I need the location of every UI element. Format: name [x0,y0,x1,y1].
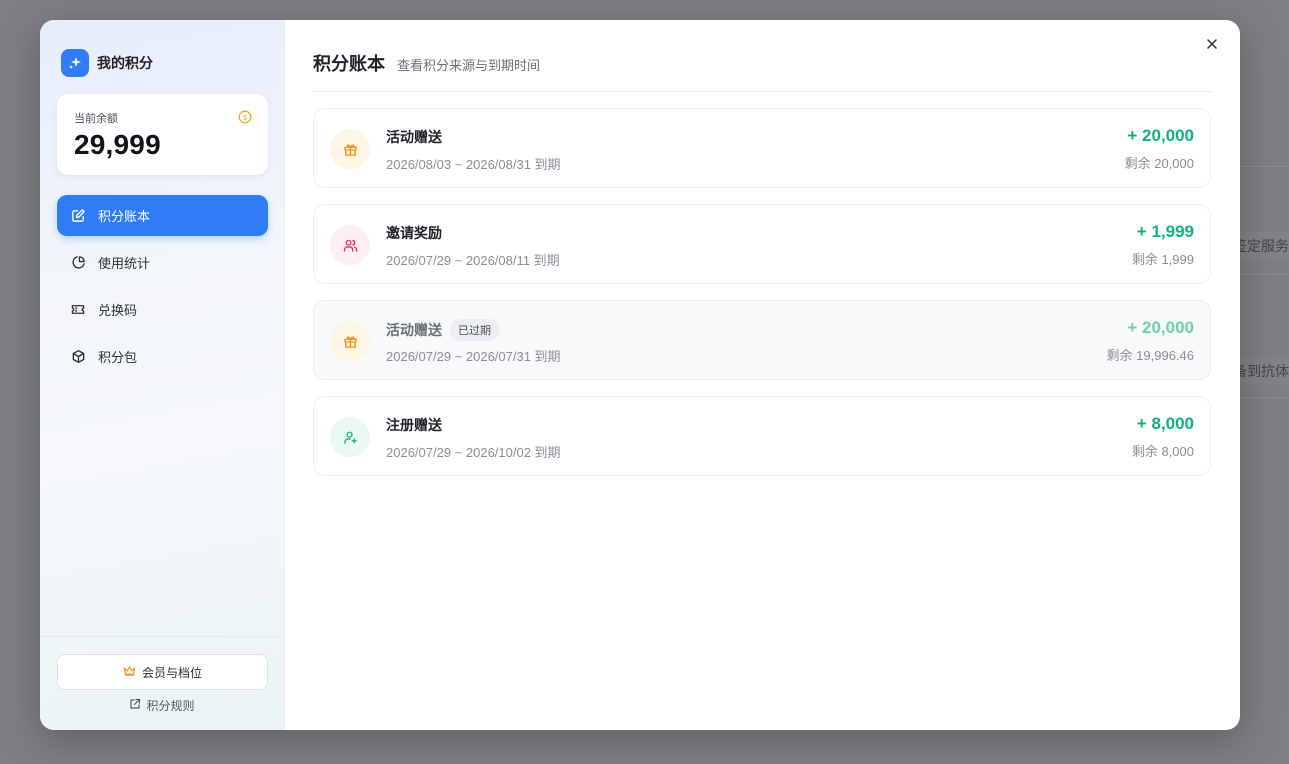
entry-amount: + 8,000 [1136,414,1194,433]
ledger-entry: 活动赠送 2026/08/03 ~ 2026/08/31 到期 + 20,000… [313,108,1211,188]
gift-icon [330,321,370,361]
nav-item-points-package[interactable]: 积分包 [57,336,268,377]
ledger-entry: 活动赠送 已过期 2026/07/29 ~ 2026/07/31 到期 + 20… [313,300,1211,380]
page-title: 积分账本 [313,54,385,74]
entry-date: 2026/07/29 ~ 2026/07/31 到期 [386,349,561,364]
entry-title: 邀请奖励 [386,225,442,241]
points-modal: 我的积分 当前余额 29,999 $ 积分账本 使用统计 兑换码 积分包 会员与… [40,20,1240,730]
entry-date: 2026/07/29 ~ 2026/08/11 到期 [386,253,560,268]
external-link-icon [129,698,141,713]
sidebar-divider [40,636,284,637]
nav-label: 积分包 [98,350,138,365]
ledger-list: 活动赠送 2026/08/03 ~ 2026/08/31 到期 + 20,000… [313,108,1211,492]
membership-button-label: 会员与档位 [141,665,202,680]
nav-item-ledger[interactable]: 积分账本 [57,195,268,236]
nav-label: 兑换码 [98,303,138,318]
entry-remaining: 剩余 1,999 [1131,252,1194,267]
nav-label: 积分账本 [98,209,151,224]
edit-icon [70,208,86,224]
ledger-entry: 注册赠送 2026/07/29 ~ 2026/10/02 到期 + 8,000 … [313,396,1211,476]
entry-remaining: 剩余 8,000 [1131,444,1194,459]
ledger-entry: 邀请奖励 2026/07/29 ~ 2026/08/11 到期 + 1,999 … [313,204,1211,284]
gift-icon [330,129,370,169]
page-subtitle: 查看积分来源与到期时间 [397,58,541,73]
entry-remaining: 剩余 19,996.46 [1106,348,1194,363]
entry-date: 2026/08/03 ~ 2026/08/31 到期 [386,157,561,172]
entry-title-wrap: 活动赠送 [386,127,442,147]
entry-amount: + 20,000 [1127,318,1194,337]
entry-title-wrap: 活动赠送 已过期 [386,319,499,341]
entry-title-wrap: 注册赠送 [386,415,442,435]
user-plus-icon [330,417,370,457]
crown-icon [123,665,136,680]
rules-link-label: 积分规则 [146,699,195,713]
coin-icon: $ [238,110,252,129]
sidebar-nav: 积分账本 使用统计 兑换码 积分包 [57,195,268,383]
pie-chart-icon [70,255,86,271]
brand-title: 我的积分 [97,55,153,71]
balance-value: 29,999 [74,129,161,160]
balance-label: 当前余额 [74,113,118,125]
rules-link[interactable]: 积分规则 [40,697,284,714]
entry-title: 注册赠送 [386,417,442,433]
background-text-fragment: 备到抗体 [1233,357,1289,385]
brand: 我的积分 [61,49,153,77]
background-text-fragment: 签定服务 [1233,232,1289,260]
nav-item-redeem-code[interactable]: 兑换码 [57,289,268,330]
entry-amount: + 20,000 [1127,126,1194,145]
users-icon [330,225,370,265]
balance-card: 当前余额 29,999 $ [57,94,268,175]
entry-title: 活动赠送 [386,322,442,338]
nav-label: 使用统计 [98,256,151,271]
svg-text:$: $ [242,113,247,122]
close-icon [1206,37,1218,55]
package-icon [70,349,86,365]
close-button[interactable] [1200,34,1224,58]
ticket-icon [70,302,86,318]
ledger-panel: 积分账本 查看积分来源与到期时间 活动赠送 2026/08/03 ~ 2026/… [285,20,1240,730]
sparkle-icon [61,49,89,77]
entry-amount: + 1,999 [1136,222,1194,241]
header-divider [313,91,1213,92]
nav-item-statistics[interactable]: 使用统计 [57,242,268,283]
entry-date: 2026/07/29 ~ 2026/10/02 到期 [386,445,561,460]
entry-title-wrap: 邀请奖励 [386,223,442,243]
expired-badge: 已过期 [450,319,499,341]
entry-title: 活动赠送 [386,129,442,145]
panel-header: 积分账本 查看积分来源与到期时间 [313,50,540,76]
entry-remaining: 剩余 20,000 [1124,156,1194,171]
sidebar: 我的积分 当前余额 29,999 $ 积分账本 使用统计 兑换码 积分包 会员与… [40,20,285,730]
membership-button[interactable]: 会员与档位 [57,654,268,690]
